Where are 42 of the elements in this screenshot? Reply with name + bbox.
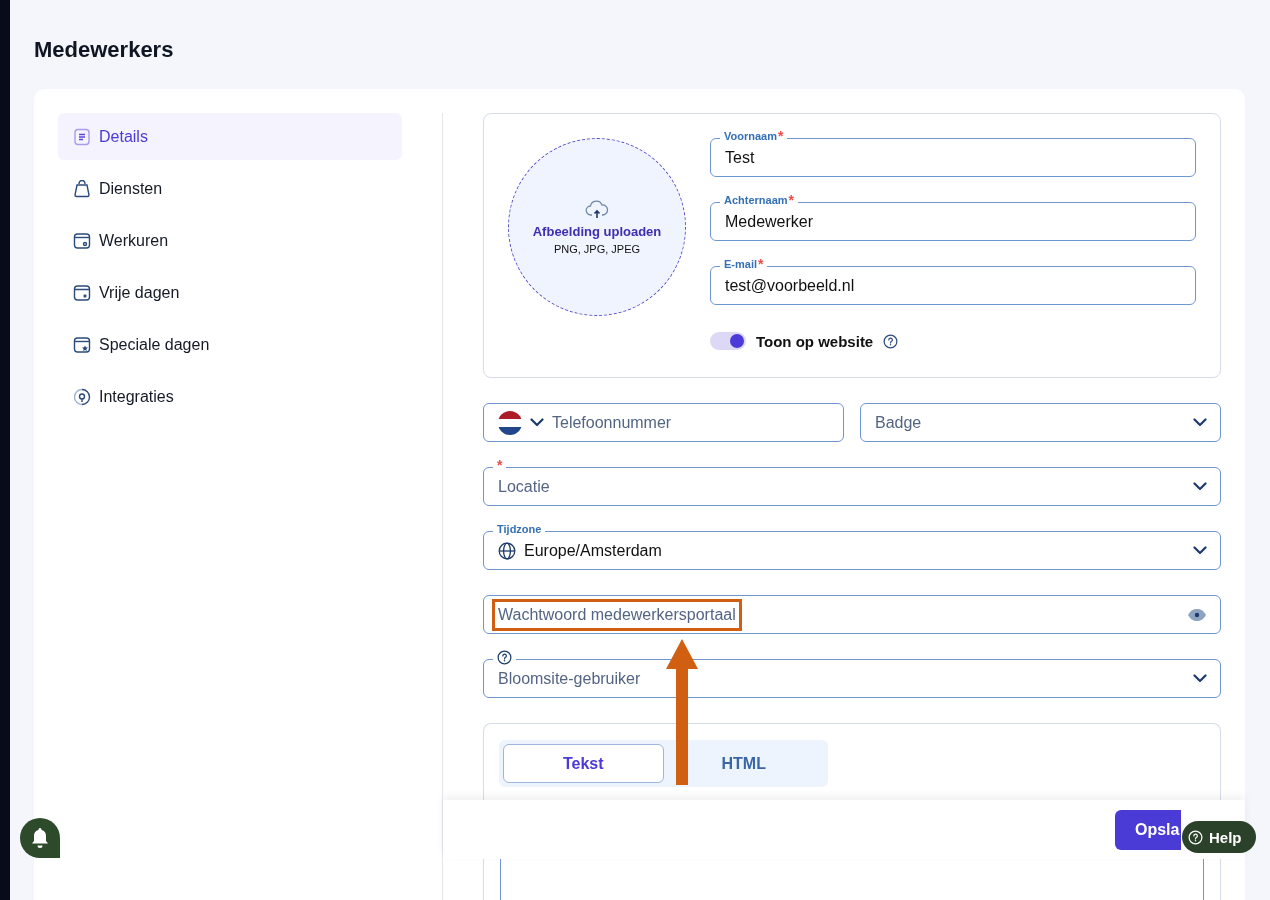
field-label: Voornaam*: [720, 129, 788, 143]
eye-icon: [1187, 607, 1207, 622]
calendar-cross-icon: [73, 283, 91, 302]
help-icon: [497, 650, 512, 665]
password-field[interactable]: Wachtwoord medewerkersportaal: [483, 595, 1221, 634]
sidebar-item[interactable]: Integraties: [58, 373, 402, 420]
field-label: E-mail*: [720, 257, 768, 271]
flag-icon: [498, 410, 522, 435]
field-label: Achternaam*: [720, 193, 799, 207]
chevron-down-icon: [1193, 674, 1207, 683]
toggle-label: Toon op website: [756, 332, 874, 350]
cloud-upload-icon: [585, 199, 609, 220]
sidebar-item[interactable]: Werkuren: [58, 217, 402, 264]
bell-icon: [30, 827, 50, 849]
help-button[interactable]: Help: [1182, 821, 1256, 853]
toggle-switch[interactable]: [710, 332, 746, 350]
chevron-down-icon: [1193, 546, 1207, 555]
phone-field[interactable]: Telefoonnummer: [483, 403, 844, 442]
image-upload[interactable]: Afbeelding uploaden PNG, JPG, JPEG: [508, 138, 686, 316]
bag-icon: [73, 179, 91, 198]
editor-tab[interactable]: Tekst: [503, 744, 664, 783]
notification-button[interactable]: [20, 818, 60, 858]
sidebar-item[interactable]: Vrije dagen: [58, 269, 402, 316]
field-label: Tijdzone: [493, 522, 546, 536]
calendar-clock-icon: [73, 231, 91, 250]
question-icon: [1188, 829, 1203, 845]
plug-icon: [73, 387, 91, 406]
location-dropdown[interactable]: Locatie: [483, 467, 1221, 506]
document-icon: [73, 127, 91, 146]
save-button[interactable]: Opsla: [1115, 809, 1181, 850]
chevron-down-icon: [530, 418, 544, 427]
sidebar-item[interactable]: Diensten: [58, 165, 402, 212]
chevron-down-icon: [1193, 482, 1207, 491]
user-dropdown[interactable]: Bloomsite-gebruiker: [483, 659, 1221, 698]
help-icon: [883, 333, 899, 349]
sidebar-item[interactable]: Details: [58, 113, 402, 160]
page-title: Medewerkers: [34, 36, 175, 64]
editor-tab[interactable]: HTML: [663, 744, 824, 783]
chevron-down-icon: [1193, 418, 1207, 427]
badge-dropdown[interactable]: Badge: [860, 403, 1221, 442]
globe-icon: [498, 541, 516, 560]
sidebar-item[interactable]: Speciale dagen: [58, 321, 402, 368]
